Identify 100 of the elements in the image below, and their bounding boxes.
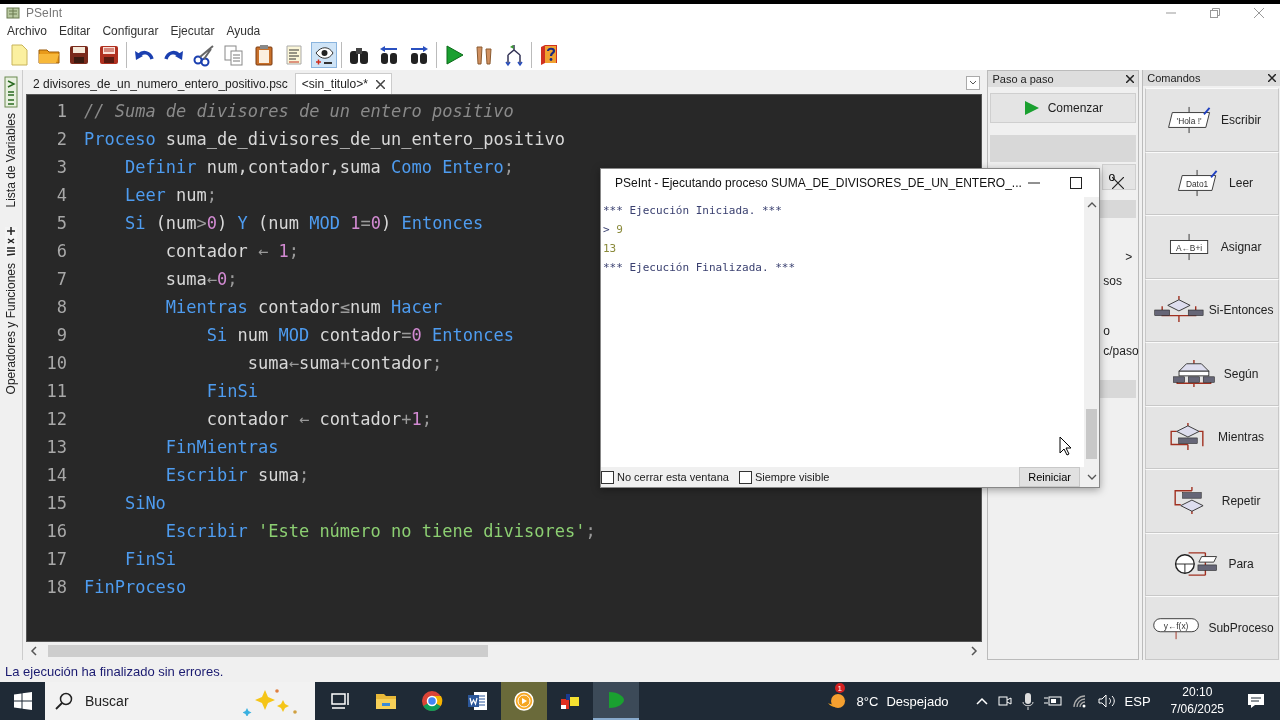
command-button[interactable]: Mientras — [1145, 405, 1279, 469]
line-number: 16 — [45, 521, 67, 541]
code-line: Proceso suma_de_divisores_de_un_entero_positivo — [83, 129, 566, 149]
camera-icon[interactable] — [996, 693, 1013, 709]
microphone-icon[interactable] — [1020, 692, 1035, 710]
scroll-down-icon[interactable] — [1086, 473, 1097, 481]
step-button[interactable]: o — [1102, 164, 1137, 190]
status-message: La ejecución ha finalizado sin errores. — [5, 663, 224, 679]
panel-tab[interactable]: Operadores y Funciones — [4, 262, 18, 394]
search-icon — [55, 692, 73, 710]
play-icon — [1023, 100, 1040, 116]
code-line: FinMientras — [164, 437, 279, 457]
code-line: Si (num>0) Y (num MOD 1=0) Entonces — [123, 213, 484, 233]
speaker-icon[interactable] — [1096, 693, 1117, 709]
notification-badge: 1 — [834, 683, 845, 693]
command-button[interactable]: A←B+i Asignar — [1145, 215, 1279, 279]
dropdown-icon[interactable] — [966, 76, 981, 90]
close-icon[interactable] — [375, 79, 385, 89]
start-button[interactable]: Comenzar — [990, 93, 1137, 123]
code-line: Escribir 'Este número no tiene divisores'; — [164, 521, 596, 541]
chevron-up-icon[interactable] — [974, 696, 989, 706]
window-title: PSeInt - Ejecutando proceso SUMA_DE_DIVISORES_DE_UN_ENTERO_... — [615, 176, 1022, 190]
switch-flowchart-icon — [1172, 359, 1215, 388]
panel-tab[interactable]: Lista de Variables — [4, 113, 18, 208]
line-number: 3 — [55, 157, 67, 177]
command-button[interactable]: Si-Entonces — [1145, 278, 1279, 342]
temperature: 8°C — [856, 693, 879, 709]
code-line: suma←suma+contador; — [246, 353, 443, 373]
code-line: // Suma de divisores de un entero positivo — [83, 101, 514, 121]
loop-flowchart-icon — [1170, 422, 1204, 451]
line-number: 2 — [55, 129, 67, 149]
variables-icon[interactable] — [3, 76, 19, 108]
for-loop-flowchart-icon — [1175, 552, 1218, 577]
command-button[interactable]: Dato1 Leer — [1145, 151, 1279, 215]
line-number: 15 — [45, 493, 67, 513]
checkbox[interactable]: No cerrar esta ventana — [601, 470, 729, 484]
input-shape-icon — [1178, 169, 1218, 197]
close-icon[interactable] — [1268, 74, 1276, 82]
scroll-right-icon[interactable] — [970, 646, 979, 656]
repeat-flowchart-icon — [1174, 486, 1204, 515]
line-number: 18 — [45, 577, 67, 597]
console-line: 13 — [603, 241, 618, 257]
code-line: FinSi — [123, 549, 177, 569]
editor-tab[interactable]: 2 divisores_de_un_numero_entero_positivo.psc — [25, 73, 295, 94]
menu-item[interactable]: Archivo — [2, 24, 52, 38]
scroll-up-icon[interactable] — [1086, 201, 1097, 209]
play-leaf-icon[interactable] — [593, 682, 639, 720]
icon-text: Dato1 — [1186, 178, 1209, 189]
menu-item[interactable]: Ayuda — [221, 24, 266, 38]
command-button[interactable]: Según — [1145, 342, 1279, 406]
editor-tab[interactable]: <sin_titulo>* — [294, 73, 392, 94]
line-number: 6 — [55, 241, 67, 261]
command-button[interactable]: Para — [1145, 532, 1279, 596]
line-number: 9 — [55, 325, 67, 345]
code-line: Definir num,contador,suma Como Entero; — [123, 157, 514, 177]
code-line: contador ← contador+1; — [205, 409, 433, 429]
restart-button[interactable]: Reiniciar — [1019, 467, 1080, 487]
command-button[interactable]: 'Hola !' Escribir — [1145, 88, 1279, 152]
menu-item[interactable]: Ejecutar — [165, 24, 220, 38]
search-input[interactable]: Buscar — [83, 692, 237, 710]
weather-condition: Despejado — [886, 693, 949, 709]
scrollbar-thumb[interactable] — [47, 645, 488, 657]
battery-plug-icon[interactable] — [1042, 694, 1063, 708]
mouse-cursor-icon — [1059, 436, 1071, 456]
console-line: > 9 — [603, 222, 624, 238]
command-button[interactable]: Repetir — [1145, 469, 1279, 533]
decision-flowchart-icon — [1154, 295, 1204, 324]
menu-item[interactable]: Editar — [54, 24, 96, 38]
restore-icon[interactable] — [1210, 8, 1220, 18]
maximize-icon[interactable] — [1069, 177, 1082, 189]
code-line: Si num MOD contador=0 Entonces — [205, 325, 514, 345]
close-icon[interactable] — [1126, 75, 1135, 83]
clock[interactable]: 20:10 7/06/2025 — [1170, 684, 1224, 718]
checkbox[interactable]: Siempre visible — [738, 470, 830, 484]
line-number: 12 — [45, 409, 67, 429]
menu-item[interactable]: Configurar — [97, 24, 164, 38]
option-label: o — [1103, 324, 1111, 338]
panel-title: Comandos — [1147, 72, 1201, 84]
app-icon — [6, 6, 20, 20]
option-label: sos — [1103, 274, 1123, 288]
notification-icon[interactable] — [1246, 691, 1266, 711]
windows-logo-icon[interactable] — [13, 692, 32, 710]
line-number: 1 — [55, 101, 67, 121]
line-number: 10 — [45, 353, 67, 373]
icon-text: 'Hola !' — [1176, 115, 1202, 126]
code-line: suma←0; — [164, 269, 238, 289]
eye-icon[interactable] — [311, 42, 337, 68]
scrollbar-thumb[interactable] — [1086, 409, 1097, 459]
code-line: FinSi — [205, 381, 258, 401]
icon-text: y←f(x) — [1164, 620, 1189, 631]
chevron[interactable]: > — [1125, 250, 1133, 264]
line-number: 4 — [55, 185, 67, 205]
language-indicator[interactable]: ESP — [1124, 693, 1151, 709]
code-line: Escribir suma; — [164, 465, 310, 485]
scroll-left-icon[interactable] — [29, 646, 38, 656]
command-button[interactable]: y←f(x) SubProceso — [1145, 596, 1279, 660]
search-field[interactable]: Buscar — [45, 682, 315, 720]
console-line: *** Ejecución Iniciada. *** — [603, 203, 783, 219]
code-line: Leer num; — [123, 185, 218, 205]
line-number: 7 — [55, 269, 67, 289]
